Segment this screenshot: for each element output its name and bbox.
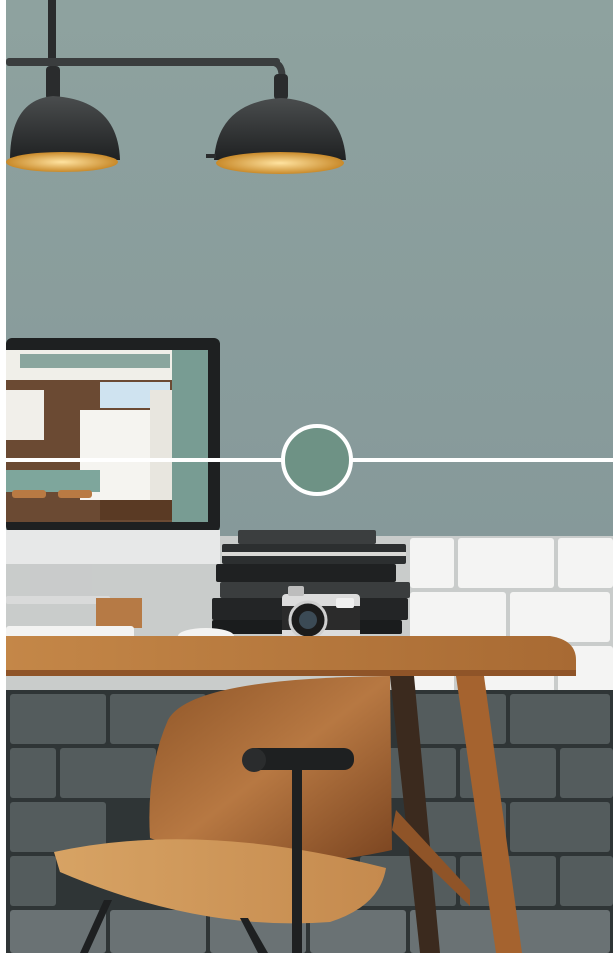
color-picker-handle[interactable] — [281, 424, 353, 496]
wooden-block — [96, 598, 142, 628]
camera — [282, 586, 360, 640]
room-illustration — [0, 0, 613, 953]
left-edge — [0, 0, 6, 953]
scene — [0, 0, 613, 953]
lamp-glow-left — [6, 152, 118, 172]
lamp-glow-right — [216, 152, 344, 174]
